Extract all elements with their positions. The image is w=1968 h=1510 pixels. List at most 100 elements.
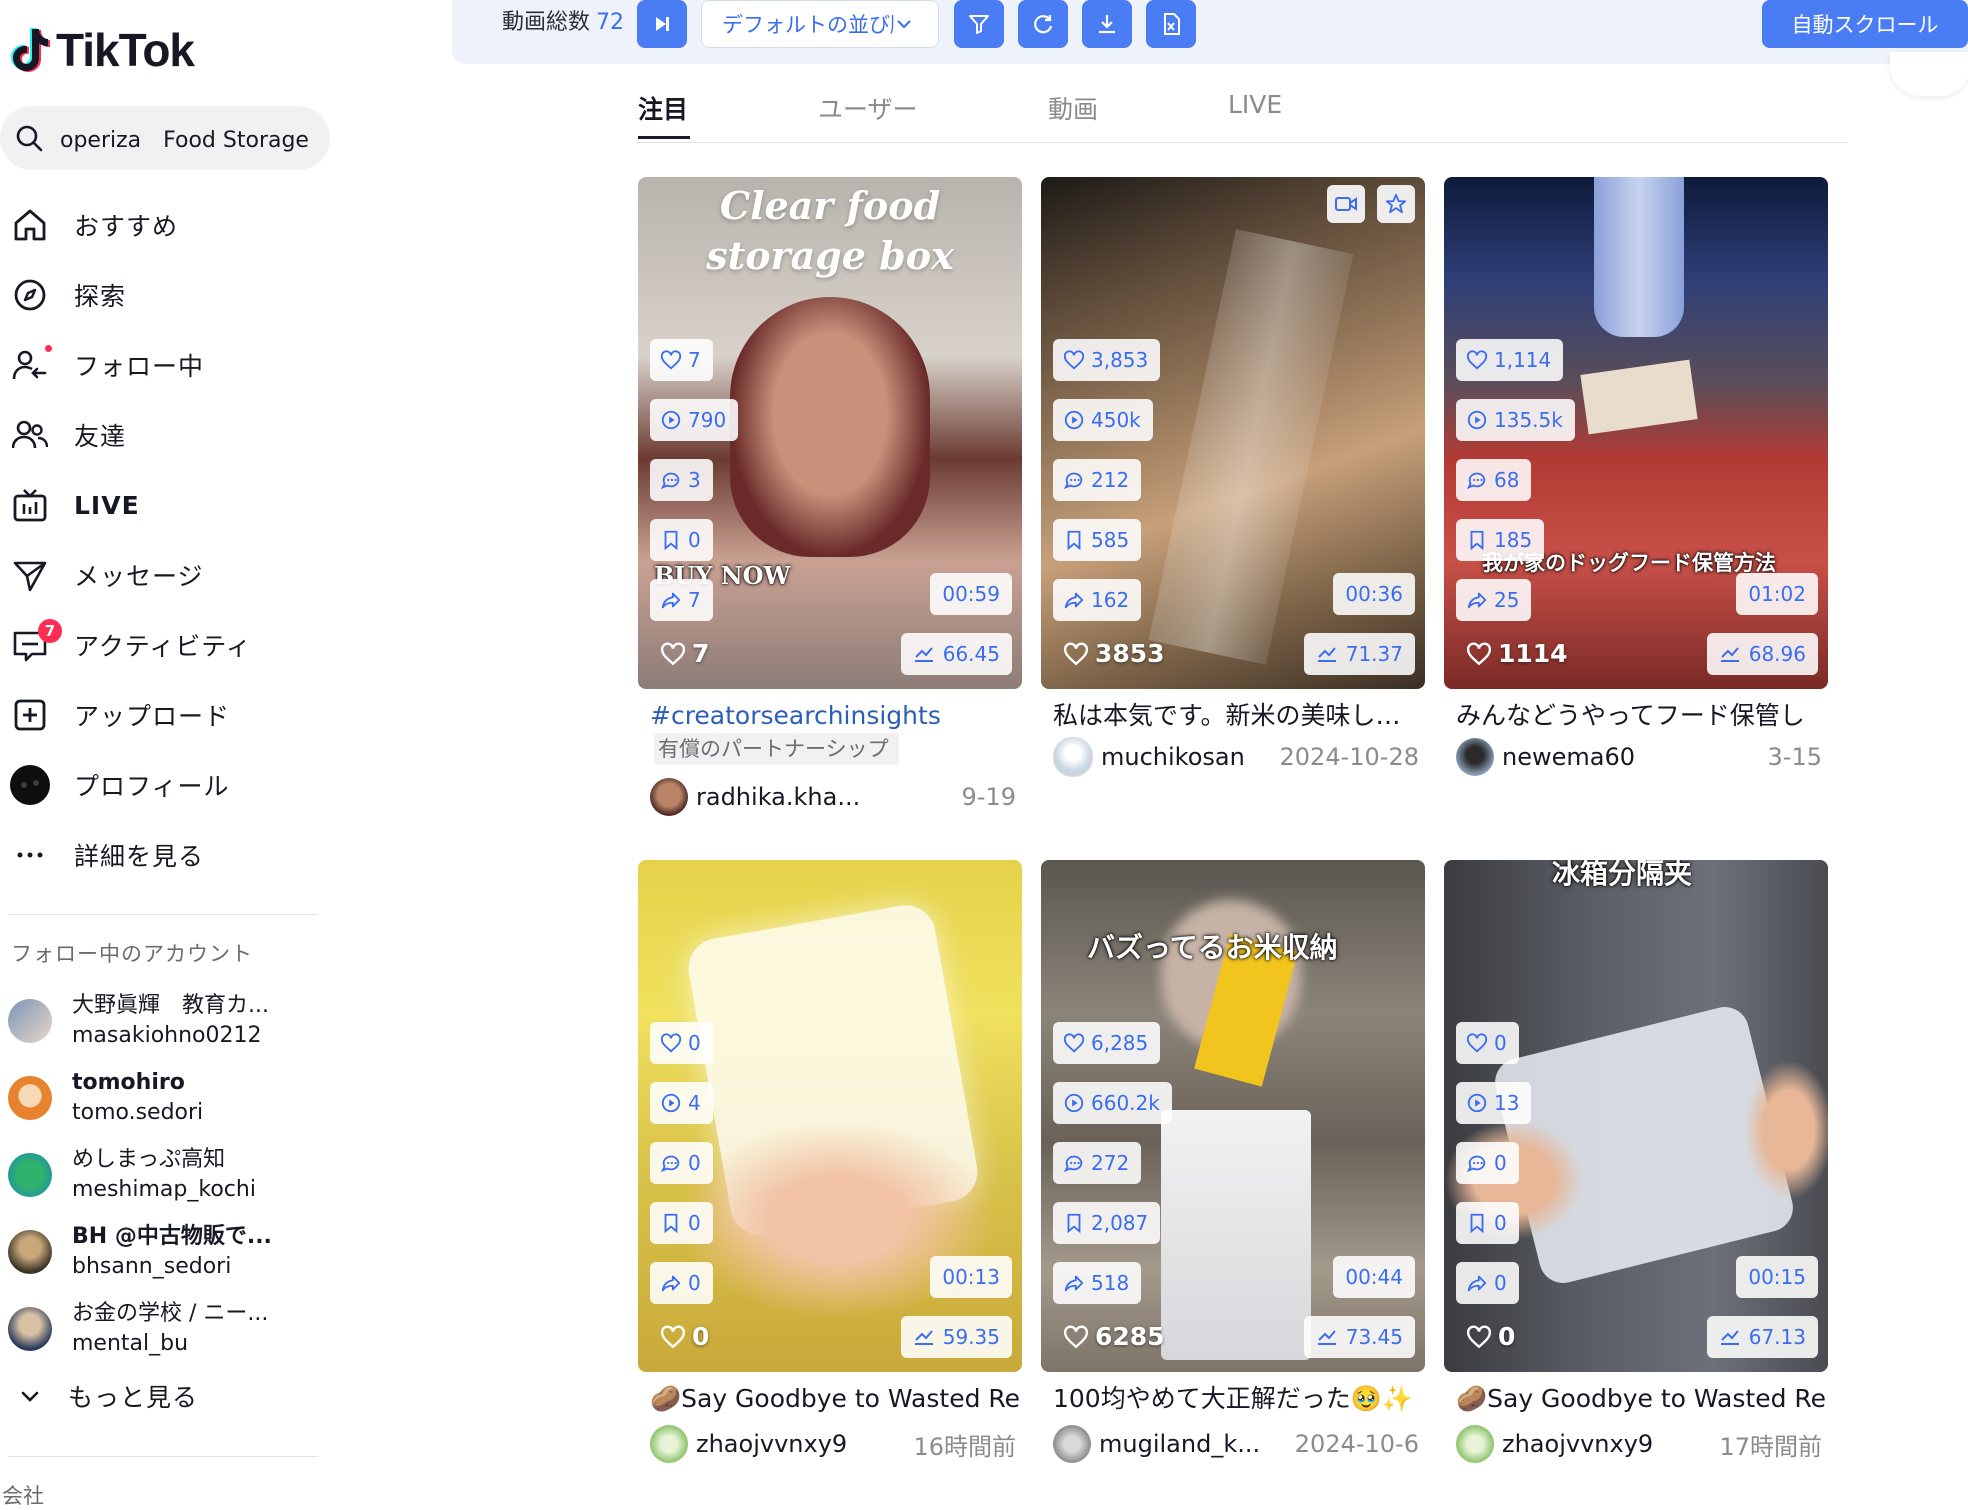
stat-value: 272 — [1091, 1151, 1130, 1175]
video-title[interactable]: #creatorsearchinsights — [650, 699, 1010, 733]
avatar[interactable] — [1053, 1425, 1091, 1463]
video-author[interactable]: muchikosan — [1101, 743, 1245, 771]
score-value: 71.37 — [1345, 642, 1403, 666]
following-account[interactable]: お金の学校 / ニー... mental_bu — [0, 1290, 340, 1367]
account-name: tomohiro — [72, 1069, 185, 1095]
following-account[interactable]: tomohiro tomo.sedori — [0, 1059, 340, 1136]
stat-saves: 585 — [1053, 519, 1142, 561]
nav-label: プロフィール — [74, 772, 230, 801]
avatar[interactable] — [650, 1425, 688, 1463]
stat-likes: 1,114 — [1456, 339, 1564, 381]
stat-views: 790 — [650, 399, 739, 441]
video-thumbnail[interactable]: 冰箱分隔夹 0 13 0 0 0 00:15 67.13 0 — [1444, 860, 1828, 1372]
stat-saves: 0 — [650, 1202, 713, 1244]
sort-select-value: デフォルトの並び順 — [722, 13, 894, 37]
refresh-button[interactable] — [1018, 0, 1068, 48]
video-score: 66.45 — [900, 633, 1012, 675]
comment-icon — [660, 1155, 680, 1173]
star-icon[interactable] — [1377, 185, 1415, 223]
video-author[interactable]: newema60 — [1502, 743, 1635, 771]
see-more-button[interactable]: もっと見る — [0, 1368, 198, 1424]
video-thumbnail[interactable]: 0 4 0 0 0 00:13 59.35 0 — [638, 860, 1022, 1372]
following-account[interactable]: BH @中古物販で... bhsann_sedori — [0, 1213, 340, 1290]
play-circle-icon — [1467, 410, 1487, 430]
account-id: meshimap_kochi — [72, 1176, 256, 1202]
video-author[interactable]: radhika.kha... — [696, 783, 860, 811]
like-count-overlay: 6285 — [1063, 1322, 1165, 1351]
avatar[interactable] — [1456, 738, 1494, 776]
tab-videos[interactable]: 動画 — [1048, 90, 1098, 126]
like-count-overlay: 7 — [660, 639, 709, 668]
floating-widget-button[interactable] — [1890, 52, 1968, 96]
video-thumbnail[interactable]: バズってるお米収納 6,285 660.2k 272 2,087 518 00:… — [1041, 860, 1425, 1372]
search-bar[interactable]: operiza Food Storage — [0, 106, 330, 170]
video-author[interactable]: mugiland_k... — [1099, 1430, 1260, 1458]
export-excel-button[interactable] — [1146, 0, 1196, 48]
video-thumbnail[interactable]: 我が家のドッグフード保管方法 1,114 135.5k 68 185 25 01… — [1444, 177, 1828, 689]
stat-value: 7 — [688, 588, 701, 612]
video-author[interactable]: zhaojvvnxy9 — [1502, 1430, 1653, 1458]
filter-button[interactable] — [954, 0, 1004, 48]
stat-value: 3,853 — [1091, 348, 1149, 372]
nav-item-profile[interactable]: プロフィール — [0, 750, 340, 820]
tab-users[interactable]: ユーザー — [818, 90, 918, 126]
avatar[interactable] — [650, 778, 688, 816]
avatar — [8, 1152, 52, 1197]
like-count-value: 7 — [692, 639, 710, 668]
tiktok-logo[interactable]: TikTok — [10, 22, 195, 78]
auto-scroll-button[interactable]: 自動スクロール — [1762, 0, 1968, 48]
nav-item-activity[interactable]: 7 アクティビティ — [0, 610, 340, 680]
download-button[interactable] — [1082, 0, 1132, 48]
video-duration: 01:02 — [1736, 573, 1818, 615]
nav-item-friends[interactable]: 友達 — [0, 400, 340, 470]
stat-value: 3 — [688, 468, 701, 492]
video-thumbnail[interactable]: Clear food storage box BUY NOW 7 790 3 0… — [638, 177, 1022, 689]
activity-badge: 7 — [38, 619, 62, 643]
card-corner-actions — [1315, 185, 1415, 223]
video-author[interactable]: zhaojvvnxy9 — [696, 1430, 847, 1458]
video-title[interactable]: 🥔Say Goodbye to Wasted Refrigerator Spac… — [650, 1382, 1020, 1416]
stat-value: 162 — [1091, 588, 1130, 612]
nav-item-live[interactable]: LIVE — [0, 470, 340, 540]
video-title[interactable]: みんなどうやってフード保管してる？ — [1456, 699, 1806, 733]
avatar[interactable] — [1053, 737, 1093, 777]
play-circle-icon — [1467, 1093, 1487, 1113]
nav-item-upload[interactable]: アップロード — [0, 680, 340, 750]
share-icon — [661, 592, 681, 609]
refresh-icon — [1034, 15, 1053, 34]
stat-comments: 68 — [1456, 459, 1532, 501]
live-icon — [10, 485, 50, 525]
nav-item-foryou[interactable]: おすすめ — [0, 190, 340, 260]
following-account[interactable]: めしまっぷ高知 meshimap_kochi — [0, 1136, 340, 1213]
account-id: bhsann_sedori — [72, 1253, 232, 1279]
search-query[interactable]: operiza Food Storage — [60, 122, 309, 154]
video-title[interactable]: 100均やめて大正解だった🥹✨ — [1053, 1382, 1413, 1416]
play-next-button[interactable] — [637, 0, 687, 48]
account-id: mental_bu — [72, 1330, 189, 1356]
video-meta: radhika.kha... 9-19 — [650, 777, 1016, 817]
video-score: 67.13 — [1706, 1316, 1818, 1358]
following-account[interactable]: 大野眞輝 教育カ... masakiohno0212 — [0, 982, 340, 1059]
excel-file-icon — [1164, 13, 1180, 35]
stat-shares: 0 — [650, 1262, 713, 1304]
nav-item-following[interactable]: フォロー中 — [0, 330, 340, 400]
video-icon[interactable] — [1327, 185, 1365, 223]
sort-select[interactable]: デフォルトの並び順 — [701, 0, 939, 48]
tab-top[interactable]: 注目 — [638, 90, 688, 126]
tab-live[interactable]: LIVE — [1228, 90, 1282, 119]
avatar[interactable] — [1456, 1425, 1494, 1463]
video-title[interactable]: 🥔Say Goodbye to Wasted Refrigerator Spac… — [1456, 1382, 1826, 1416]
stat-likes: 7 — [650, 339, 713, 381]
heart-icon — [1466, 350, 1488, 370]
bookmark-icon — [1470, 1213, 1484, 1234]
video-title[interactable]: 私は本気です。新米の美味しさを保つための最強のお米保存 — [1053, 699, 1403, 733]
nav-item-more[interactable]: 詳細を見る — [0, 820, 340, 890]
video-count: 動画総数 72 — [502, 8, 624, 38]
like-count-overlay: 0 — [660, 1322, 709, 1351]
video-thumbnail[interactable]: 3,853 450k 212 585 162 00:36 71.37 3853 — [1041, 177, 1425, 689]
nav-item-messages[interactable]: メッセージ — [0, 540, 340, 610]
score-value: 68.96 — [1748, 642, 1806, 666]
share-icon — [661, 1275, 681, 1292]
account-id: masakiohno0212 — [72, 1022, 262, 1048]
nav-item-explore[interactable]: 探索 — [0, 260, 340, 330]
